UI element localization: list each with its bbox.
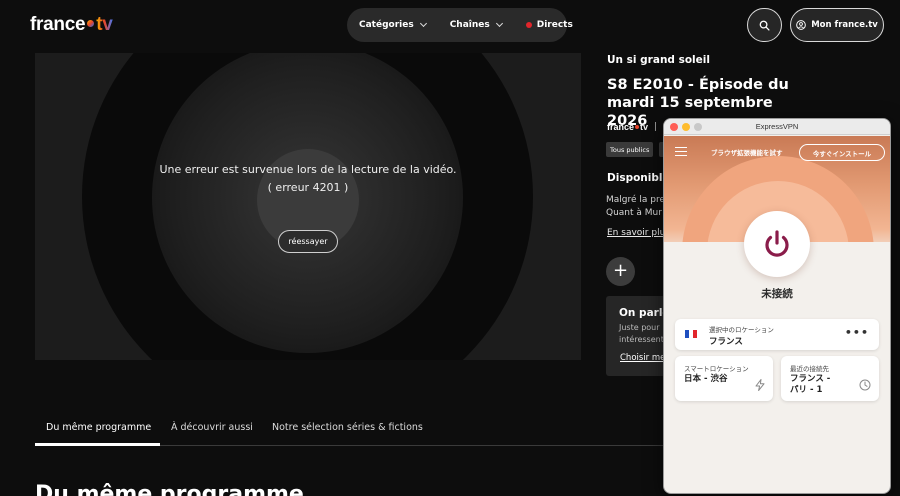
search-button[interactable] [747,8,782,42]
chevron-down-icon [419,19,427,28]
promo-text: Juste pour intéressent [619,322,664,346]
retry-button[interactable]: réessayer [278,230,338,253]
more-options-icon[interactable]: ••• [845,326,869,339]
install-now-button[interactable]: 今すぐインストール [799,144,885,161]
minimize-window-icon[interactable] [682,123,690,131]
synopsis: Malgré la pre Quant à Mur [606,194,665,220]
lightning-icon [755,379,765,391]
channel-logo-tv: tv [640,122,649,132]
account-label: Mon france.tv [811,20,878,30]
recent-location-card[interactable]: 最近の接続先 フランス - パリ - 1 [781,356,879,401]
error-code: ( erreur 4201 ) [267,181,349,194]
logo-text: france [30,14,86,35]
account-button[interactable]: Mon france.tv [790,8,884,42]
error-message: Une erreur est survenue lors de la lectu… [35,161,581,197]
smart-location-card[interactable]: スマートロケーション 日本 - 渋谷 [675,356,773,401]
video-player[interactable]: Une erreur est survenue lors de la lectu… [35,53,581,360]
clock-icon [859,379,871,391]
nav-directs[interactable]: Directs [514,20,585,30]
recent-location-line: パリ - 1 [790,385,823,395]
separator: | [654,122,658,132]
availability-heading: Disponible [607,172,670,184]
read-more-link[interactable]: En savoir plu [607,228,665,238]
smart-location-name: 日本 - 渋谷 [684,374,728,384]
france-tv-logo[interactable]: france tv [30,14,113,36]
tab-same-program[interactable]: Du même programme [46,422,151,433]
selected-location-name: フランス [709,337,743,347]
logo-tv: tv [96,14,113,35]
logo-dot [635,125,640,130]
logo-dot [87,20,95,28]
tab-selection[interactable]: Notre sélection séries & fictions [272,422,423,433]
france-flag-icon [685,330,697,338]
live-dot-icon [525,22,532,28]
selected-location-label: 選択中のロケーション [709,326,774,334]
user-icon [796,20,807,30]
promo-link[interactable]: Choisir me [620,353,665,363]
vpn-titlebar[interactable]: ExpressVPN [664,119,890,135]
active-tab-indicator [35,443,160,446]
nav-chaines[interactable]: Chaînes [438,19,514,30]
nav-label: Directs [536,20,573,30]
tab-discover[interactable]: À découvrir aussi [171,422,253,433]
add-to-list-button[interactable]: + [606,257,635,286]
section-heading: Du même programme [35,482,304,496]
vpn-extension-text: ブラウザ拡張機能を試す [711,149,783,157]
promo-text-line: intéressent [619,335,664,344]
channel-logo: france tv [607,122,648,132]
content-tabs: Du même programme À découvrir aussi Notr… [35,414,665,446]
zoom-window-icon[interactable] [694,123,702,131]
expressvpn-window: ExpressVPN ブラウザ拡張機能を試す 今すぐインストール 未接続 選択中… [663,118,891,494]
connection-status: 未接続 [761,288,793,300]
rating-badge: Tous publics [606,142,654,157]
search-icon [759,20,770,31]
selected-location-card[interactable]: 選択中のロケーション フランス ••• [675,319,879,350]
main-nav: Catégories Chaînes Directs [347,8,573,42]
nav-categories[interactable]: Catégories [347,19,438,30]
synopsis-line: Malgré la pre [606,195,666,205]
recent-location-line: フランス - [790,374,831,384]
vpn-window-title: ExpressVPN [755,122,799,131]
power-icon [765,230,789,257]
hamburger-menu-icon[interactable] [675,147,687,156]
recent-location-label: 最近の接続先 [790,365,829,373]
nav-label: Catégories [359,20,414,30]
error-text: Une erreur est survenue lors de la lectu… [159,163,457,176]
vpn-topbar: ブラウザ拡張機能を試す 今すぐインストール [664,136,890,168]
promo-heading: On parle [619,307,670,319]
recent-location-name: フランス - パリ - 1 [790,374,830,396]
synopsis-line: Quant à Mur [606,208,662,218]
close-window-icon[interactable] [670,123,678,131]
channel-logo-text: france [607,122,635,132]
show-title[interactable]: Un si grand soleil [607,54,710,66]
smart-location-label: スマートロケーション [684,365,749,373]
promo-text-line: Juste pour [619,323,660,332]
chevron-down-icon [495,19,503,28]
nav-label: Chaînes [449,20,490,30]
connect-button[interactable] [744,211,810,277]
